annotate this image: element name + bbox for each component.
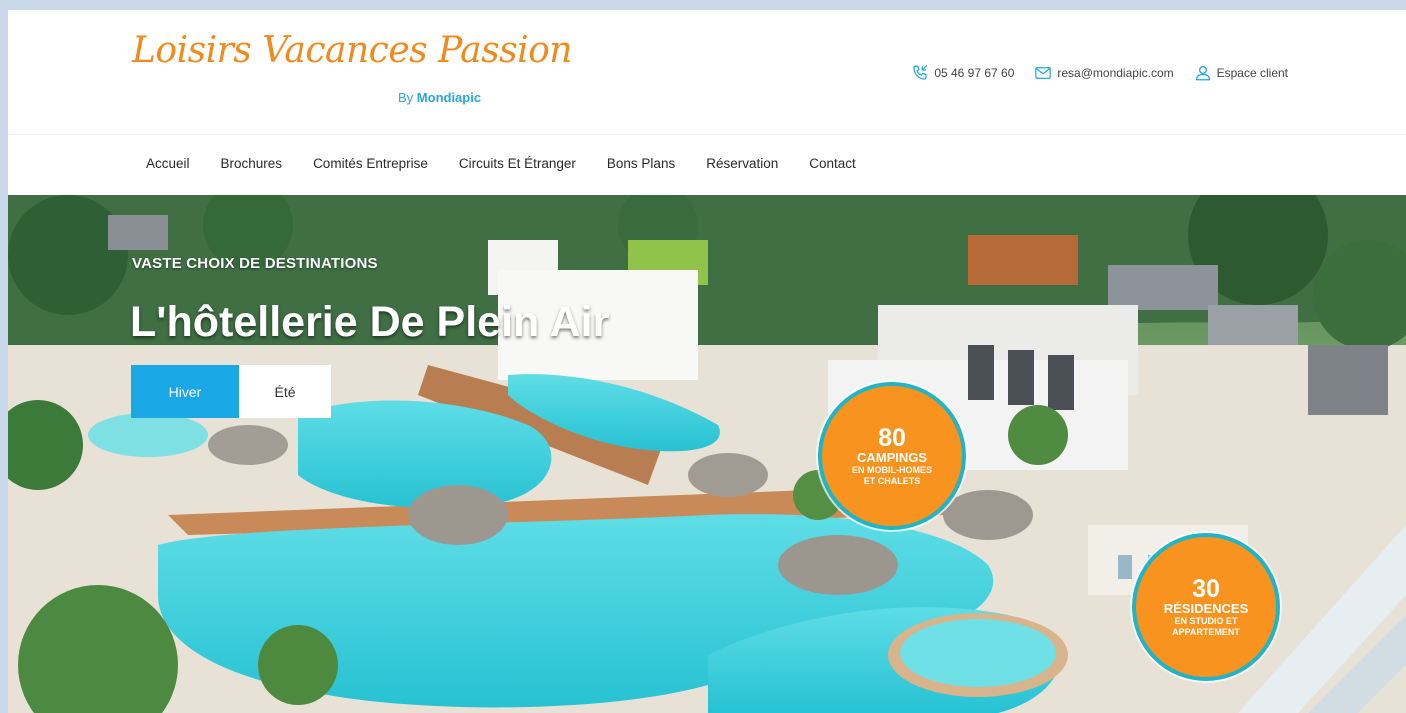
page-frame: Loisirs Vacances Passion By Mondiapic 05…: [8, 10, 1406, 713]
campings-count: 80: [878, 423, 906, 452]
envelope-icon: [1035, 67, 1052, 79]
phone-number: 05 46 97 67 60: [934, 66, 1015, 80]
nav-item-contact[interactable]: Contact: [809, 156, 856, 171]
residences-label: RÉSIDENCES: [1163, 601, 1249, 617]
tab-hiver[interactable]: Hiver: [131, 365, 239, 418]
logo-by: By: [398, 90, 414, 105]
email-address: resa@mondiapic.com: [1057, 66, 1174, 80]
header-contacts: 05 46 97 67 60 resa@mondiapic.com Espace…: [911, 64, 1288, 82]
account-label: Espace client: [1216, 66, 1288, 80]
site-logo[interactable]: Loisirs Vacances Passion By Mondiapic: [132, 26, 572, 121]
campings-label: CAMPINGS: [856, 450, 928, 466]
residences-sub-2: APPARTEMENT: [1172, 627, 1240, 638]
account-link[interactable]: Espace client: [1194, 64, 1288, 82]
nav-item-circuits-etranger[interactable]: Circuits Et Étranger: [459, 156, 576, 171]
user-icon: [1195, 65, 1210, 81]
season-tabs: Hiver Été: [131, 365, 331, 418]
main-nav: Accueil Brochures Comités Entreprise Cir…: [146, 156, 856, 171]
hero-eyebrow: VASTE CHOIX DE DESTINATIONS: [132, 255, 378, 272]
residences-badge: 30 RÉSIDENCES EN STUDIO ET APPARTEMENT: [1132, 533, 1280, 681]
nav-item-bons-plans[interactable]: Bons Plans: [607, 156, 675, 171]
nav-item-brochures[interactable]: Brochures: [221, 156, 283, 171]
site-header: Loisirs Vacances Passion By Mondiapic 05…: [8, 10, 1406, 134]
hero-banner: 80 CAMPINGS EN MOBIL-HOMES ET CHALETS 30…: [8, 195, 1406, 713]
tab-ete[interactable]: Été: [239, 365, 331, 418]
phone-link[interactable]: 05 46 97 67 60: [911, 64, 1014, 82]
email-link[interactable]: resa@mondiapic.com: [1034, 64, 1174, 82]
logo-subtitle: By Mondiapic: [398, 90, 481, 105]
campings-sub-2: ET CHALETS: [863, 476, 921, 487]
hero-headline: L'hôtellerie De Plein Air: [130, 298, 610, 346]
residences-sub-1: EN STUDIO ET: [1174, 616, 1238, 627]
campings-sub-1: EN MOBIL-HOMES: [852, 465, 932, 476]
phone-icon: [913, 65, 928, 80]
campings-badge: 80 CAMPINGS EN MOBIL-HOMES ET CHALETS: [818, 382, 966, 530]
header-divider: [8, 134, 1406, 135]
residences-count: 30: [1192, 574, 1220, 603]
nav-item-accueil[interactable]: Accueil: [146, 156, 190, 171]
nav-item-comites-entreprise[interactable]: Comités Entreprise: [313, 156, 428, 171]
logo-text: Loisirs Vacances Passion: [132, 30, 572, 71]
logo-brand: Mondiapic: [416, 90, 482, 105]
nav-item-reservation[interactable]: Réservation: [706, 156, 778, 171]
